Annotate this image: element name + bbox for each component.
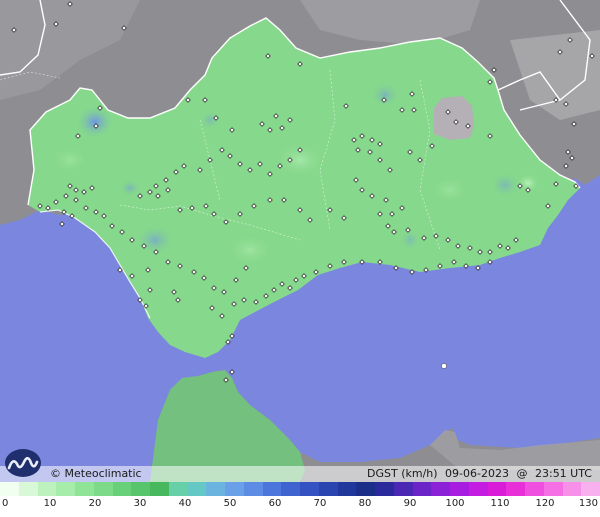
legend-swatch — [93, 482, 113, 496]
legend-tick-label: 10 — [43, 498, 57, 509]
legend-swatch — [56, 482, 75, 496]
legend-tick-label: 130 — [578, 498, 598, 509]
legend-swatch — [506, 482, 525, 496]
color-legend: 0 10 20 30 40 50 60 70 80 90 100 110 120 130 — [0, 482, 600, 517]
legend-tick-label: 110 — [490, 498, 510, 509]
legend-tick-label: 40 — [178, 498, 192, 509]
legend-tick-label: 120 — [535, 498, 555, 509]
legend-swatch — [375, 482, 394, 496]
time-label: 23:51 UTC — [534, 467, 592, 480]
legend-swatch — [487, 482, 507, 496]
legend-swatch — [150, 482, 169, 496]
legend-swatch — [18, 482, 38, 496]
legend-swatch — [225, 482, 244, 496]
legend-swatch — [300, 482, 319, 496]
legend-swatch — [168, 482, 188, 496]
legend-color-bar — [0, 482, 600, 496]
legend-swatch — [525, 482, 544, 496]
legend-tick-label: 30 — [133, 498, 147, 509]
map-area: © Meteoclimatic DGST (km/h) 09-06-2023 @… — [0, 0, 600, 482]
legend-tick-label: 90 — [403, 498, 417, 509]
legend-tick-label: 100 — [445, 498, 465, 509]
at-separator: @ — [516, 467, 528, 480]
credit-text: © Meteoclimatic — [50, 467, 142, 480]
legend-swatch — [450, 482, 469, 496]
legend-swatch — [187, 482, 207, 496]
grey-patch — [434, 96, 474, 140]
legend-swatch — [431, 482, 450, 496]
legend-tick-label: 60 — [268, 498, 282, 509]
legend-swatch — [131, 482, 150, 496]
legend-swatch — [581, 482, 600, 496]
legend-swatch — [393, 482, 413, 496]
legend-swatch — [543, 482, 563, 496]
legend-swatch — [206, 482, 225, 496]
legend-swatch — [37, 482, 57, 496]
alboran-station-marker — [441, 363, 447, 369]
legend-tick-label: 0 — [2, 498, 9, 509]
legend-swatch — [318, 482, 338, 496]
legend-tick-label: 50 — [223, 498, 237, 509]
legend-swatch — [356, 482, 375, 496]
legend-swatch — [337, 482, 357, 496]
legend-swatch — [281, 482, 300, 496]
legend-tick-label: 20 — [88, 498, 102, 509]
legend-tick-label: 70 — [313, 498, 327, 509]
legend-swatch — [468, 482, 488, 496]
date-label: 09-06-2023 — [445, 467, 509, 480]
meteoclimatic-logo — [5, 449, 41, 477]
legend-swatch — [412, 482, 432, 496]
legend-swatch — [75, 482, 94, 496]
legend-swatch — [243, 482, 263, 496]
legend-swatch — [0, 482, 19, 496]
legend-swatch — [562, 482, 582, 496]
legend-tick-label: 80 — [358, 498, 372, 509]
variable-label: DGST (km/h) — [367, 467, 438, 480]
legend-swatch — [112, 482, 132, 496]
weather-map — [0, 0, 600, 482]
legend-ticks: 0 10 20 30 40 50 60 70 80 90 100 110 120 130 — [0, 498, 600, 514]
map-caption: DGST (km/h) 09-06-2023 @ 23:51 UTC — [363, 467, 592, 481]
legend-swatch — [262, 482, 282, 496]
